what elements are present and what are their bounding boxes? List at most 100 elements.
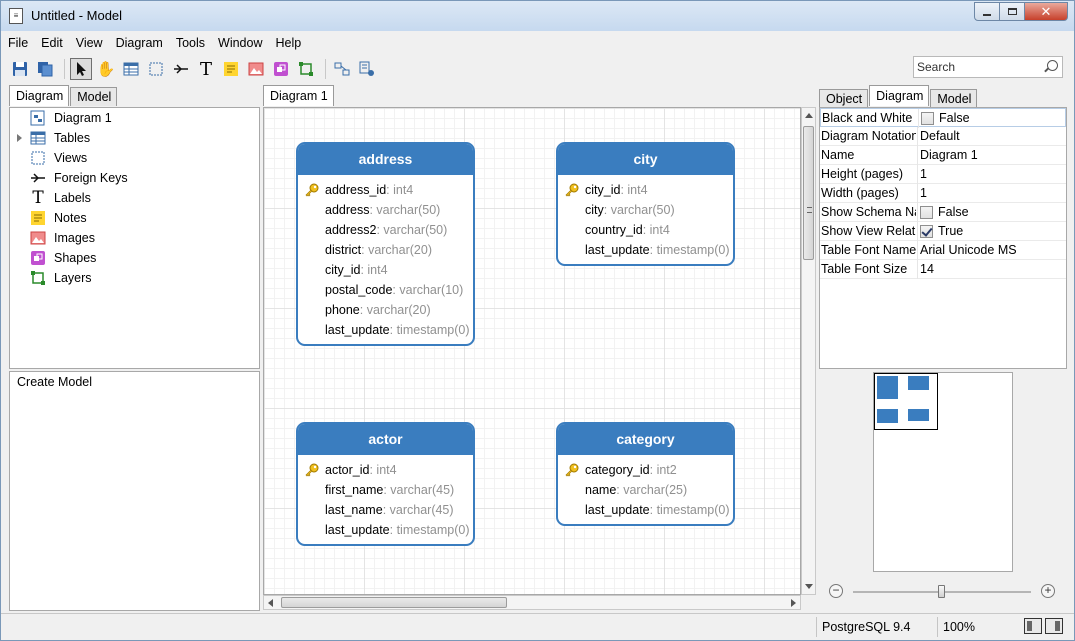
field-row[interactable]: last_update: timestamp(0): [298, 520, 473, 540]
field-row[interactable]: name: varchar(25): [558, 480, 733, 500]
canvas-vertical-scrollbar[interactable]: [801, 107, 816, 595]
property-show-schema-name[interactable]: Show Schema Nar False: [820, 203, 1066, 222]
scroll-up-icon[interactable]: [805, 113, 813, 118]
field-row[interactable]: actor_id: int4: [298, 460, 473, 480]
scroll-thumb[interactable]: [803, 126, 814, 260]
zoom-knob[interactable]: [938, 585, 945, 598]
field-row[interactable]: address: varchar(50): [298, 200, 473, 220]
diagram-tree: Diagram 1 Tables Views Foreign Keys T La…: [9, 107, 260, 369]
property-show-view-relations[interactable]: Show View Relatio True: [820, 222, 1066, 241]
tab-object[interactable]: Object: [819, 89, 869, 107]
label-tool-button[interactable]: T: [195, 58, 217, 80]
scroll-down-icon[interactable]: [805, 584, 813, 589]
search-icon[interactable]: [1047, 60, 1058, 71]
tree-item-label: Notes: [54, 211, 87, 225]
menu-tools[interactable]: Tools: [169, 34, 211, 54]
property-table-font-name[interactable]: Table Font Name Arial Unicode MS: [820, 241, 1066, 260]
field-row[interactable]: last_update: timestamp(0): [558, 240, 733, 260]
field-row[interactable]: phone: varchar(20): [298, 300, 473, 320]
title-bar: ≡ Untitled - Model ✕: [1, 1, 1074, 31]
database-icon: [359, 61, 374, 76]
property-name[interactable]: Name Diagram 1: [820, 146, 1066, 165]
field-row[interactable]: city: varchar(50): [558, 200, 733, 220]
property-height-pages[interactable]: Height (pages) 1: [820, 165, 1066, 184]
shape-tool-button[interactable]: [270, 58, 292, 80]
maximize-button[interactable]: [999, 2, 1025, 21]
zoom-in-button[interactable]: +: [1041, 584, 1055, 598]
tab-diagram-properties[interactable]: Diagram: [869, 85, 930, 106]
tab-model-properties[interactable]: Model: [930, 89, 978, 107]
checkbox[interactable]: [921, 111, 934, 125]
save-as-button[interactable]: [34, 58, 56, 80]
view-tool-button[interactable]: [145, 58, 167, 80]
select-tool-button[interactable]: [70, 58, 92, 80]
zoom-out-button[interactable]: −: [829, 584, 843, 598]
property-width-pages[interactable]: Width (pages) 1: [820, 184, 1066, 203]
tree-item-labels[interactable]: T Labels: [30, 188, 91, 208]
zoom-slider[interactable]: − +: [829, 584, 1057, 600]
tree-item-shapes[interactable]: Shapes: [30, 248, 96, 268]
field-row[interactable]: city_id: int4: [558, 180, 733, 200]
tables-expand-icon[interactable]: [17, 134, 22, 142]
entity-city[interactable]: city city_id: int4 city: varchar(50) cou…: [556, 142, 735, 266]
field-row[interactable]: district: varchar(20): [298, 240, 473, 260]
layer-tool-button[interactable]: [295, 58, 317, 80]
field-row[interactable]: last_update: timestamp(0): [298, 320, 473, 340]
diagram-overview[interactable]: [873, 372, 1013, 572]
entity-address[interactable]: address address_id: int4 address: varcha…: [296, 142, 475, 346]
tab-model[interactable]: Model: [70, 87, 118, 106]
tree-item-images[interactable]: Images: [30, 228, 95, 248]
minimize-button[interactable]: [974, 2, 1000, 21]
tree-item-diagram-1[interactable]: Diagram 1: [30, 108, 112, 128]
checkbox-checked[interactable]: [920, 224, 933, 238]
pan-tool-button[interactable]: ✋: [95, 58, 117, 80]
tree-item-views[interactable]: Views: [30, 148, 87, 168]
scroll-left-icon[interactable]: [268, 599, 273, 607]
scroll-thumb[interactable]: [281, 597, 507, 608]
close-button[interactable]: ✕: [1024, 2, 1068, 21]
save-button[interactable]: [9, 58, 31, 80]
foreign-key-tool-button[interactable]: [170, 58, 192, 80]
menu-edit[interactable]: Edit: [34, 34, 69, 54]
field-row[interactable]: last_update: timestamp(0): [558, 500, 733, 520]
field-row[interactable]: city_id: int4: [298, 260, 473, 280]
property-black-and-white[interactable]: Black and White False: [820, 108, 1066, 128]
field-row[interactable]: category_id: int2: [558, 460, 733, 480]
search-input[interactable]: Search: [913, 56, 1063, 78]
tab-diagram-1[interactable]: Diagram 1: [263, 85, 334, 106]
table-tool-button[interactable]: [120, 58, 142, 80]
checkbox[interactable]: [920, 205, 933, 219]
toggle-right-panel-button[interactable]: [1045, 618, 1063, 634]
entity-category[interactable]: category category_id: int2 name: varchar…: [556, 422, 735, 526]
menu-help[interactable]: Help: [268, 34, 307, 54]
canvas-horizontal-scrollbar[interactable]: [263, 595, 801, 610]
tree-item-tables[interactable]: Tables: [30, 128, 90, 148]
overview-table-address: [877, 376, 898, 399]
database-settings-button[interactable]: [356, 58, 378, 80]
diagram-canvas[interactable]: address address_id: int4 address: varcha…: [263, 107, 801, 595]
menu-diagram[interactable]: Diagram: [109, 34, 169, 54]
menu-view[interactable]: View: [69, 34, 109, 54]
tree-item-foreign-keys[interactable]: Foreign Keys: [30, 168, 128, 188]
image-tool-button[interactable]: [245, 58, 267, 80]
property-table-font-size[interactable]: Table Font Size 14: [820, 260, 1066, 279]
arrange-button[interactable]: [331, 58, 353, 80]
field-row[interactable]: address2: varchar(50): [298, 220, 473, 240]
field-row[interactable]: address_id: int4: [298, 180, 473, 200]
scroll-right-icon[interactable]: [791, 599, 796, 607]
menu-file[interactable]: File: [1, 34, 34, 54]
toggle-left-panel-button[interactable]: [1024, 618, 1042, 634]
menu-window[interactable]: Window: [211, 34, 268, 54]
field-row[interactable]: first_name: varchar(45): [298, 480, 473, 500]
field-row[interactable]: country_id: int4: [558, 220, 733, 240]
property-diagram-notation[interactable]: Diagram Notation Default: [820, 127, 1066, 146]
create-model-link[interactable]: Create Model: [17, 375, 92, 389]
field-row[interactable]: last_name: varchar(45): [298, 500, 473, 520]
field-row[interactable]: postal_code: varchar(10): [298, 280, 473, 300]
tree-item-notes[interactable]: Notes: [30, 208, 87, 228]
diagram-icon: [30, 110, 45, 126]
note-tool-button[interactable]: [220, 58, 242, 80]
tree-item-layers[interactable]: Layers: [30, 268, 92, 288]
entity-actor[interactable]: actor actor_id: int4 first_name: varchar…: [296, 422, 475, 546]
tab-diagram[interactable]: Diagram: [9, 85, 70, 106]
